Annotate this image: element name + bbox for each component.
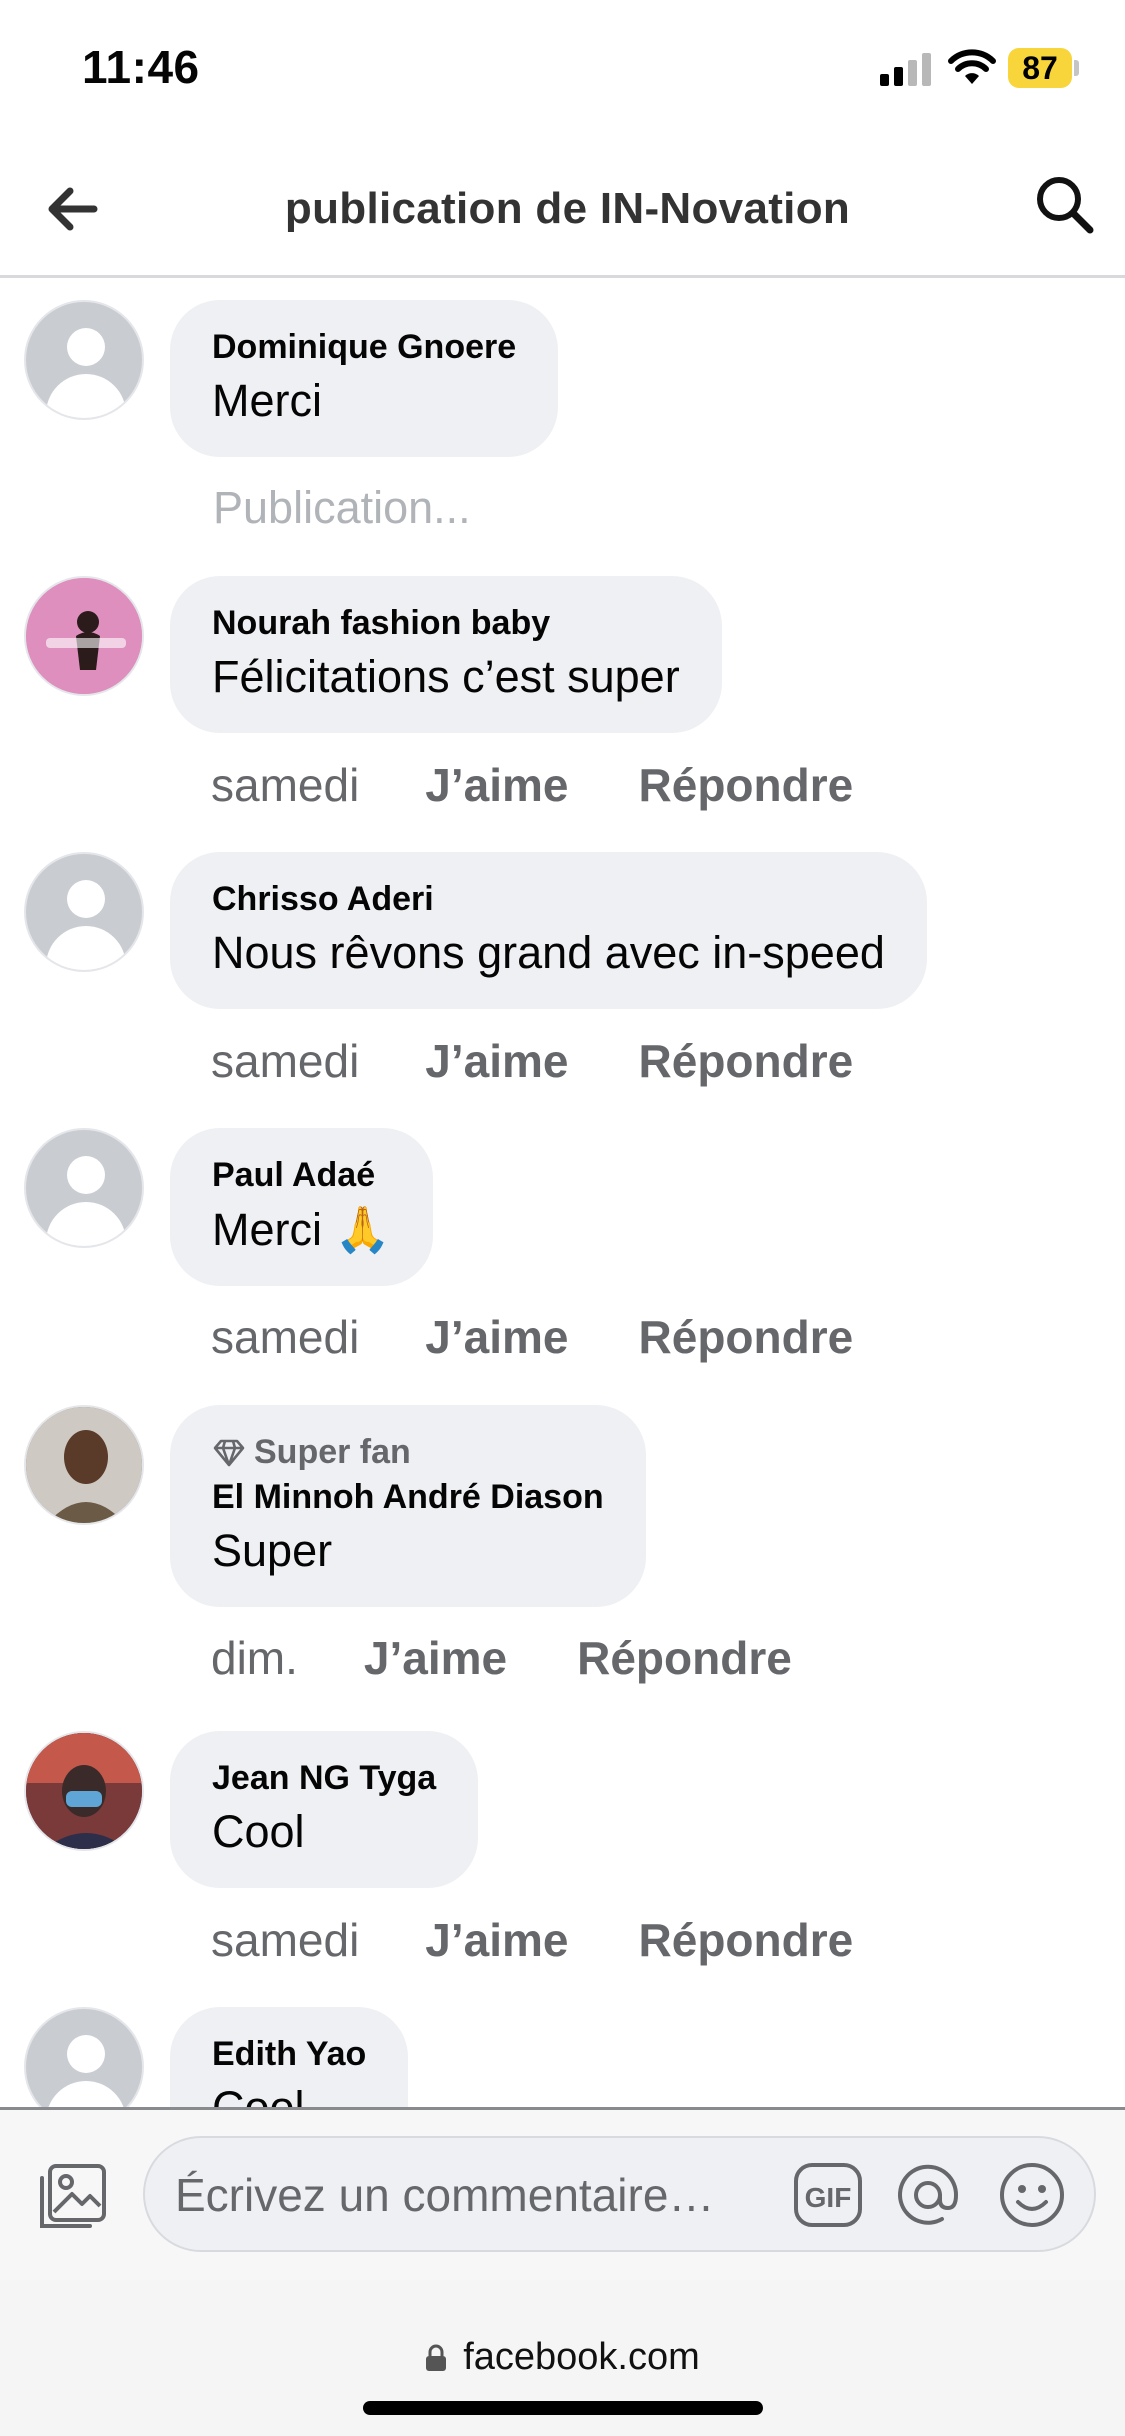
like-button[interactable]: J’aime bbox=[425, 1034, 568, 1088]
reply-button[interactable]: Répondre bbox=[639, 1310, 854, 1364]
home-indicator[interactable] bbox=[363, 2401, 763, 2415]
comment-bubble[interactable]: Paul Adaé Merci 🙏 bbox=[170, 1128, 433, 1286]
avatar[interactable] bbox=[24, 300, 144, 420]
comment-time: samedi bbox=[211, 1311, 360, 1363]
comment-text: Cool bbox=[212, 1806, 305, 1857]
comment-time: samedi bbox=[211, 759, 360, 811]
comment-text: Nous rêvons grand avec in-speed bbox=[212, 927, 885, 978]
browser-bar: facebook.com bbox=[0, 2280, 1125, 2436]
search-icon[interactable] bbox=[1030, 170, 1100, 240]
reply-button[interactable]: Répondre bbox=[639, 1034, 854, 1088]
url-bar[interactable]: facebook.com bbox=[0, 2336, 1125, 2382]
comment-bubble[interactable]: Dominique Gnoere Merci bbox=[170, 300, 559, 457]
comment-author[interactable]: El Minnoh André Diason bbox=[212, 1478, 604, 1517]
gif-label: GIF bbox=[805, 2182, 852, 2213]
profile-photo-icon bbox=[26, 1733, 142, 1849]
comment-text: Super bbox=[212, 1525, 333, 1576]
avatar[interactable] bbox=[24, 1731, 144, 1851]
comment-actions: samedi J’aime Répondre bbox=[211, 758, 923, 812]
status-bar: 11:46 87 bbox=[0, 0, 1125, 140]
shop-logo-icon bbox=[26, 578, 142, 694]
comment-actions: samedi J’aime Répondre bbox=[211, 1034, 923, 1088]
reply-button[interactable]: Répondre bbox=[639, 1913, 854, 1967]
url-text: facebook.com bbox=[463, 2336, 700, 2378]
comment-text: Merci 🙏 bbox=[212, 1204, 391, 1255]
comment-text: Félicitations c’est super bbox=[212, 651, 680, 702]
super-fan-badge: Super fan bbox=[212, 1433, 604, 1472]
like-button[interactable]: J’aime bbox=[364, 1631, 507, 1685]
comment-bubble[interactable]: Super fan El Minnoh André Diason Super bbox=[170, 1405, 646, 1607]
battery-nub bbox=[1074, 60, 1079, 76]
lock-icon bbox=[426, 2344, 447, 2371]
wifi-icon bbox=[948, 49, 996, 84]
comment-author[interactable]: Paul Adaé bbox=[212, 1156, 391, 1195]
comment-actions: samedi J’aime Répondre bbox=[211, 1310, 923, 1364]
page-title: publication de IN-Novation bbox=[284, 184, 851, 233]
reply-button[interactable]: Répondre bbox=[577, 1631, 792, 1685]
avatar[interactable] bbox=[24, 1128, 144, 1248]
gif-icon[interactable]: GIF bbox=[793, 2162, 863, 2228]
profile-photo-icon bbox=[26, 1407, 142, 1523]
comment-bubble[interactable]: Jean NG Tyga Cool bbox=[170, 1731, 479, 1888]
diamond-icon bbox=[213, 1439, 245, 1466]
photo-icon[interactable] bbox=[36, 2160, 110, 2234]
comment-author[interactable]: Jean NG Tyga bbox=[212, 1759, 436, 1798]
comment-bubble[interactable]: Chrisso Aderi Nous rêvons grand avec in-… bbox=[170, 852, 927, 1009]
comment-composer: GIF bbox=[0, 2107, 1125, 2280]
status-time: 11:46 bbox=[82, 41, 200, 93]
mention-icon[interactable] bbox=[893, 2162, 963, 2228]
comment-author[interactable]: Edith Yao bbox=[212, 2035, 366, 2074]
comment-text: Merci bbox=[212, 375, 322, 426]
battery-indicator: 87 bbox=[1008, 48, 1072, 88]
comment-time: dim. bbox=[211, 1632, 298, 1684]
comment-bubble[interactable]: Edith Yao Cool bbox=[170, 2007, 409, 2107]
like-button[interactable]: J’aime bbox=[425, 1310, 568, 1364]
reply-button[interactable]: Répondre bbox=[639, 758, 854, 812]
comment-time: samedi bbox=[211, 1035, 360, 1087]
comments-list: Dominique Gnoere Merci Publication... No… bbox=[0, 281, 1125, 2107]
comment-field: GIF bbox=[143, 2136, 1096, 2252]
top-bar: publication de IN-Novation bbox=[0, 140, 1125, 278]
comment-author[interactable]: Chrisso Aderi bbox=[212, 880, 885, 919]
comment-actions: dim. J’aime Répondre bbox=[211, 1631, 862, 1685]
comment-actions: samedi J’aime Répondre bbox=[211, 1913, 923, 1967]
comment-author[interactable]: Nourah fashion baby bbox=[212, 604, 680, 643]
avatar[interactable] bbox=[24, 1405, 144, 1525]
avatar[interactable] bbox=[24, 852, 144, 972]
badge-label: Super fan bbox=[254, 1433, 411, 1471]
publishing-status: Publication... bbox=[213, 482, 471, 533]
comment-input[interactable] bbox=[175, 2160, 775, 2230]
like-button[interactable]: J’aime bbox=[425, 1913, 568, 1967]
like-button[interactable]: J’aime bbox=[425, 758, 568, 812]
cellular-signal-icon bbox=[880, 52, 932, 86]
avatar[interactable] bbox=[24, 576, 144, 696]
avatar[interactable] bbox=[24, 2007, 144, 2107]
comment-bubble[interactable]: Nourah fashion baby Félicitations c’est … bbox=[170, 576, 722, 733]
comment-author[interactable]: Dominique Gnoere bbox=[212, 328, 516, 367]
comment-time: samedi bbox=[211, 1914, 360, 1966]
emoji-icon[interactable] bbox=[997, 2160, 1067, 2230]
comment-text: Cool bbox=[212, 2082, 366, 2107]
